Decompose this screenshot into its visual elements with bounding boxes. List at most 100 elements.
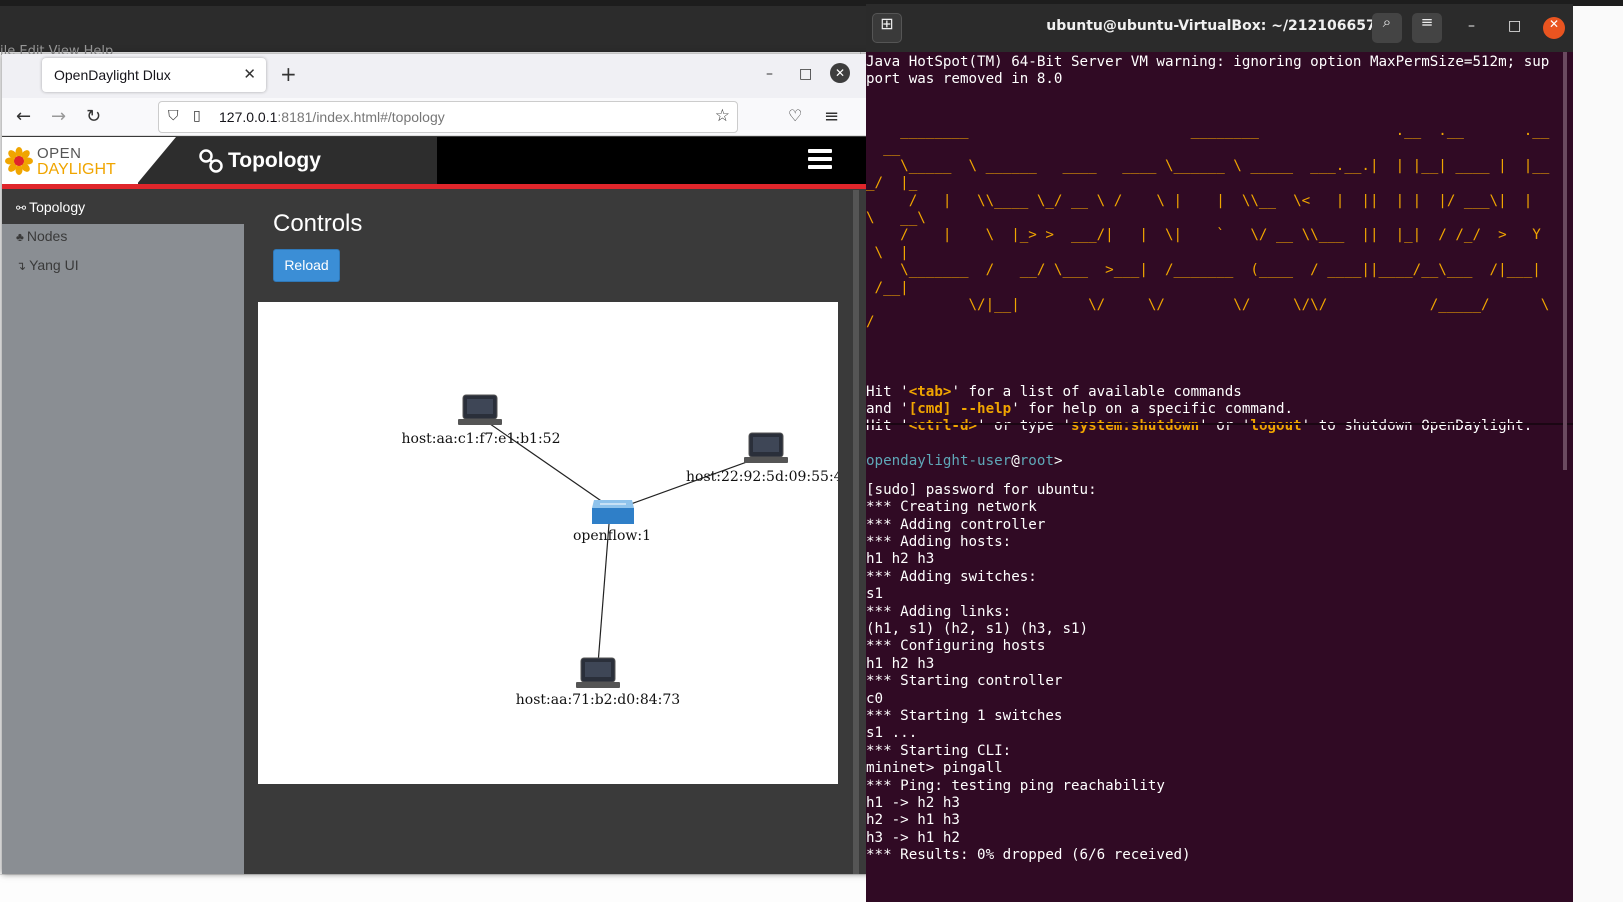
topology-node-host[interactable]: host:aa:71:b2:d0:84:73 bbox=[516, 657, 680, 708]
ascii-banner-line: \ | bbox=[866, 245, 909, 261]
tab-close-icon[interactable]: ✕ bbox=[243, 65, 256, 83]
terminal-line: *** Starting 1 switches bbox=[866, 708, 1063, 724]
terminal-line: Java HotSpot(TM) 64-Bit Server VM warnin… bbox=[866, 54, 1550, 70]
minimize-button[interactable]: – bbox=[1468, 18, 1475, 34]
prompt-end: > bbox=[1053, 453, 1063, 469]
terminal-line: *** Starting CLI: bbox=[866, 743, 1012, 759]
maximize-button[interactable]: □ bbox=[1508, 18, 1521, 34]
ascii-banner-line: / | \ |_> > ___/| | \| ` \/ __ \\___ || … bbox=[866, 227, 1541, 243]
shield-icon[interactable]: ⛉ bbox=[168, 108, 179, 124]
browser-tab[interactable]: OpenDaylight Dlux ✕ bbox=[42, 58, 266, 92]
app-header: OPEN DAYLIGHT Topology bbox=[2, 137, 888, 185]
terminal-line: h2 -> h1 h3 bbox=[866, 812, 960, 828]
help-line: Hit '<ctrl-d>' or type 'system:shutdown'… bbox=[866, 418, 1532, 435]
terminal-line: *** Adding controller bbox=[866, 517, 1046, 533]
controls-heading: Controls bbox=[273, 210, 363, 237]
sidebar-item-nodes[interactable]: ♣ Nodes bbox=[16, 228, 67, 244]
app-menu-icon[interactable]: ≡ bbox=[824, 106, 839, 127]
terminal-window: ⊞ ubuntu@ubuntu-VirtualBox: ~/212106657 … bbox=[866, 4, 1573, 902]
terminal-line: s1 bbox=[866, 586, 884, 602]
search-icon[interactable]: ⌕ bbox=[1372, 13, 1402, 43]
topology-link[interactable] bbox=[597, 523, 610, 665]
help-text: ' for a list of available commands bbox=[951, 384, 1242, 400]
terminal-line: [sudo] password for ubuntu: bbox=[866, 482, 1097, 498]
help-line: Hit '<tab>' for a list of available comm… bbox=[866, 384, 1242, 401]
help-text: Hit ' bbox=[866, 418, 909, 434]
menu-icon[interactable]: ≡ bbox=[1412, 13, 1442, 43]
bookmark-star-icon[interactable]: ☆ bbox=[715, 106, 730, 126]
help-text: and ' bbox=[866, 401, 909, 417]
sidebar-item-topology[interactable]: ⚯ Topology bbox=[16, 199, 85, 215]
terminal-line: *** Starting controller bbox=[866, 673, 1063, 689]
topology-node-host[interactable]: host:22:92:5d:09:55:4 bbox=[686, 432, 843, 485]
node-label: host:aa:c1:f7:e1:b1:52 bbox=[402, 431, 561, 447]
topology-icon bbox=[199, 149, 223, 173]
back-arrow-icon[interactable]: ← bbox=[16, 106, 31, 127]
laptop-base bbox=[576, 682, 620, 688]
background-window-footer bbox=[0, 874, 900, 902]
terminal-line: *** Configuring hosts bbox=[866, 638, 1046, 654]
ascii-banner-line: _/ |_ bbox=[866, 175, 918, 191]
reload-icon[interactable]: ↻ bbox=[86, 106, 101, 127]
url-text[interactable]: 127.0.0.1:8181/index.html#/topology bbox=[219, 109, 445, 125]
switch-icon bbox=[592, 508, 634, 524]
logo-text-daylight: DAYLIGHT bbox=[37, 161, 116, 178]
terminal-line: c0 bbox=[866, 691, 884, 707]
terminal-line: mininet> pingall bbox=[866, 760, 1003, 776]
logo-slant bbox=[136, 137, 176, 185]
sidebar-item-label: Topology bbox=[29, 199, 86, 215]
terminal-line: *** Results: 0% dropped (6/6 received) bbox=[866, 847, 1191, 863]
terminal-line: h1 h2 h3 bbox=[866, 656, 935, 672]
terminal-title: ubuntu@ubuntu-VirtualBox: ~/212106657 bbox=[1046, 18, 1376, 34]
header-accent-stripe bbox=[2, 184, 888, 189]
topology-link-icon: ⚯ bbox=[16, 201, 27, 215]
sitemap-icon: ♣ bbox=[16, 230, 24, 244]
close-window-button[interactable]: ✕ bbox=[1543, 17, 1565, 39]
node-label: host:22:92:5d:09:55:4 bbox=[686, 469, 838, 485]
reload-button[interactable]: Reload bbox=[273, 249, 340, 282]
topology-node-host[interactable]: host:aa:c1:f7:e1:b1:52 bbox=[402, 394, 561, 447]
maximize-button[interactable]: □ bbox=[799, 66, 812, 82]
sidebar-item-label: Nodes bbox=[26, 228, 68, 244]
topology-node-switch[interactable]: openflow:1 bbox=[573, 500, 651, 544]
terminal-output[interactable]: Java HotSpot(TM) 64-Bit Server VM warnin… bbox=[866, 52, 1566, 902]
help-text: ' for help on a specific command. bbox=[1011, 401, 1294, 417]
forward-arrow-icon[interactable]: → bbox=[51, 106, 66, 127]
new-tab-button[interactable]: + bbox=[280, 62, 297, 86]
terminal-line: (h1, s1) (h2, s1) (h3, s1) bbox=[866, 621, 1089, 637]
laptop-screen bbox=[585, 662, 611, 677]
minimize-button[interactable]: – bbox=[766, 66, 773, 82]
pocket-icon[interactable]: ♡ bbox=[788, 106, 802, 125]
navigation-bar: ← → ↻ ⛉ ▯ 127.0.0.1:8181/index.html#/top… bbox=[2, 98, 888, 136]
title-panel-slant bbox=[397, 137, 437, 185]
laptop-base bbox=[458, 419, 502, 425]
ascii-banner-line: \ __\ bbox=[866, 210, 926, 226]
prompt-at: @ bbox=[1011, 453, 1020, 469]
terminal-header: ⊞ ubuntu@ubuntu-VirtualBox: ~/212106657 … bbox=[866, 4, 1573, 52]
ascii-banner-line: /__| bbox=[866, 280, 909, 296]
help-key: logout bbox=[1250, 418, 1302, 434]
terminal-scrollbar[interactable] bbox=[1563, 52, 1567, 470]
close-window-button[interactable]: ✕ bbox=[830, 63, 850, 83]
url-bar[interactable]: ⛉ ▯ 127.0.0.1:8181/index.html#/topology … bbox=[158, 101, 738, 133]
page-icon[interactable]: ▯ bbox=[193, 108, 201, 124]
laptop-base bbox=[744, 457, 788, 463]
ascii-banner-line: / bbox=[866, 314, 875, 330]
sidebar bbox=[2, 190, 244, 874]
laptop-screen bbox=[467, 399, 493, 414]
help-text: ' or type ' bbox=[977, 418, 1072, 434]
terminal-line: s1 ... bbox=[866, 725, 918, 741]
ascii-banner-line: __ bbox=[866, 140, 901, 156]
help-line: and '[cmd] --help' for help on a specifi… bbox=[866, 401, 1293, 418]
terminal-line: *** Adding switches: bbox=[866, 569, 1037, 585]
ascii-banner-line: \_______ / __/ \___ >___| /_______ (____… bbox=[866, 262, 1541, 278]
hamburger-menu-icon[interactable] bbox=[808, 149, 832, 169]
topology-canvas[interactable]: host:aa:c1:f7:e1:b1:52 host:22:92:5d:09:… bbox=[258, 302, 843, 784]
terminal-line: *** Adding hosts: bbox=[866, 534, 1012, 550]
help-text: ' or ' bbox=[1199, 418, 1251, 434]
topology-graph[interactable]: host:aa:c1:f7:e1:b1:52 host:22:92:5d:09:… bbox=[258, 302, 843, 784]
sidebar-item-yang-ui[interactable]: ↴ Yang UI bbox=[16, 257, 79, 273]
url-host: 127.0.0.1 bbox=[219, 109, 278, 125]
page-scrollbar[interactable] bbox=[853, 190, 859, 874]
terminal-line: h3 -> h1 h2 bbox=[866, 830, 960, 846]
